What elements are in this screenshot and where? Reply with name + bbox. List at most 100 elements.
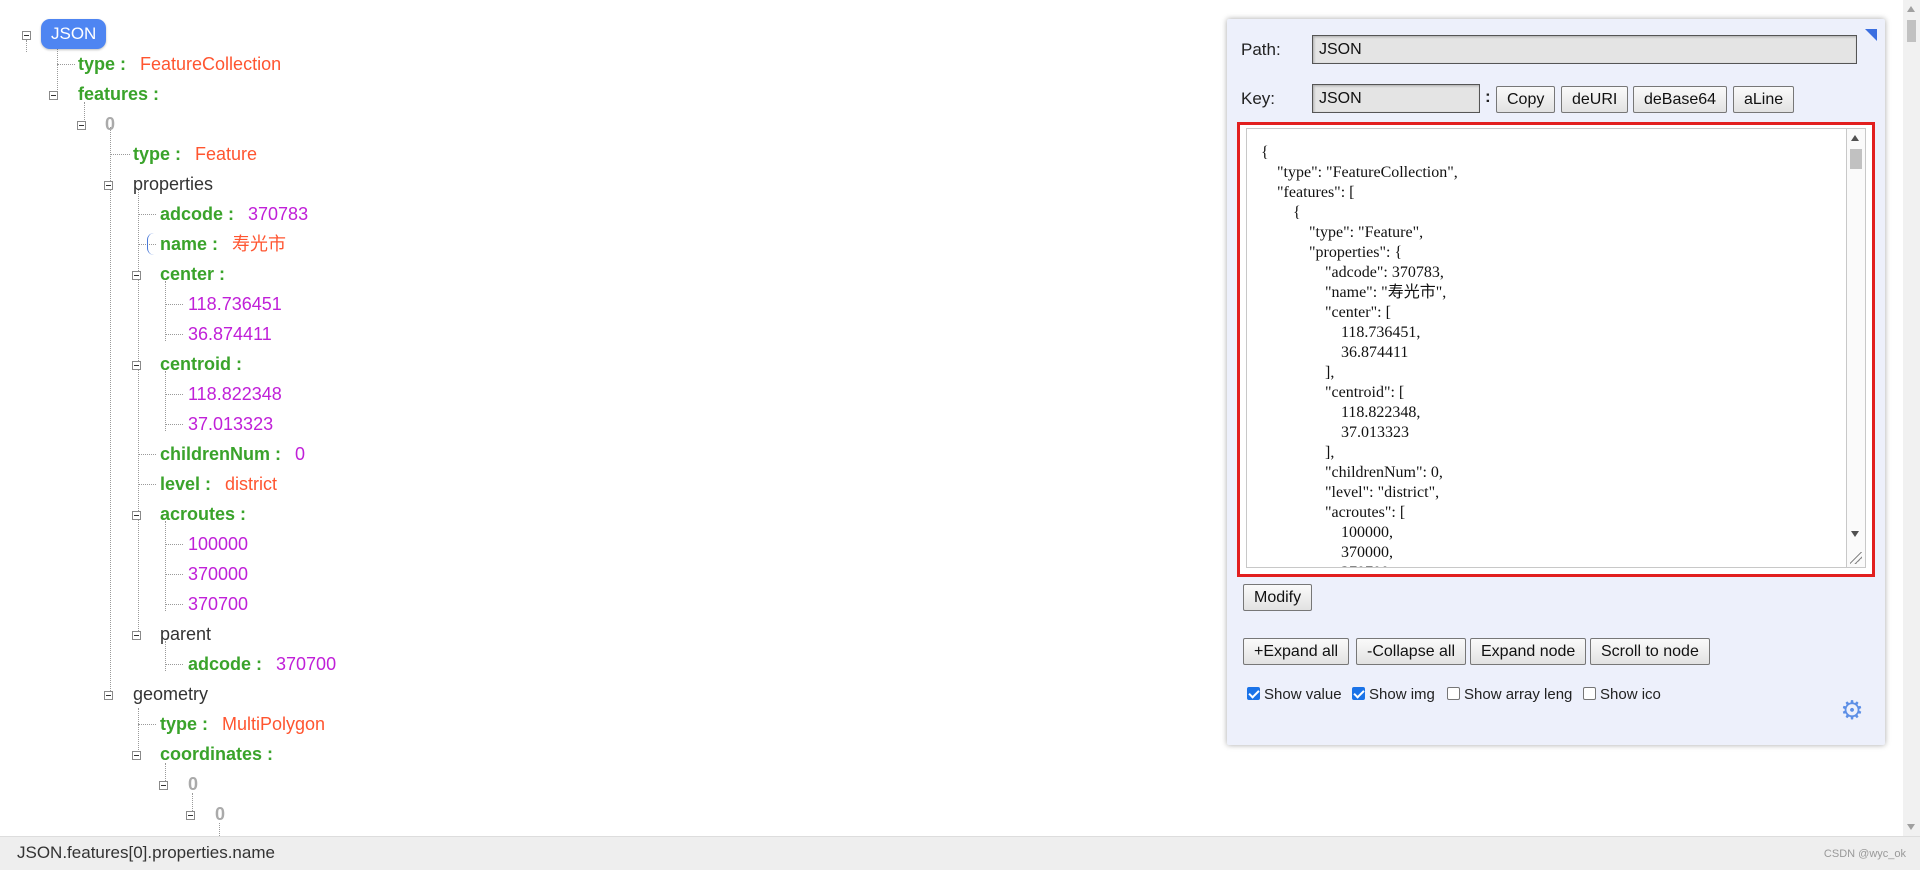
collapse-toggle[interactable] <box>132 751 141 760</box>
collapse-toggle[interactable] <box>104 691 113 700</box>
collapse-toggle[interactable] <box>22 31 31 40</box>
tree-connector <box>165 394 183 395</box>
tree-node[interactable]: level : district <box>160 472 277 496</box>
tree-node-selected[interactable]: name : 寿光市 <box>160 232 286 256</box>
tree-node[interactable]: 100000 <box>188 532 248 556</box>
tree-node[interactable]: coordinates : <box>160 742 273 766</box>
tree-node[interactable]: 118.736451 <box>188 292 282 316</box>
checkbox-label: Show array leng <box>1464 686 1573 703</box>
collapse-toggle[interactable] <box>132 271 141 280</box>
node-key: center : <box>160 264 226 284</box>
aline-button[interactable]: aLine <box>1733 86 1795 113</box>
expand-all-button[interactable]: +Expand all <box>1243 638 1350 665</box>
tree-node[interactable]: adcode : 370783 <box>160 202 308 226</box>
checkbox-unchecked[interactable] <box>1583 687 1596 700</box>
collapse-toggle[interactable] <box>132 361 141 370</box>
node-value: 37.013323 <box>188 414 274 434</box>
collapse-toggle[interactable] <box>159 781 168 790</box>
expand-node-button[interactable]: Expand node <box>1470 638 1587 665</box>
tree-connector <box>165 304 183 305</box>
tree-node[interactable]: 37.013323 <box>188 412 273 436</box>
scroll-thumb[interactable] <box>1907 20 1916 42</box>
show-value-checkbox[interactable]: Show value <box>1247 686 1342 704</box>
tree-node[interactable]: centroid : <box>160 352 242 376</box>
checkbox-label: Show value <box>1264 686 1342 703</box>
tree-node[interactable]: 36.874411 <box>188 322 272 346</box>
path-field[interactable]: JSON <box>1312 35 1857 64</box>
scroll-down-arrow-icon[interactable] <box>1907 824 1915 830</box>
tree-node[interactable]: geometry <box>133 682 208 706</box>
tree-node[interactable]: 0 <box>188 772 198 796</box>
page-scrollbar[interactable] <box>1903 0 1920 836</box>
checkbox-checked[interactable] <box>1352 687 1365 700</box>
tree-node[interactable]: 370700 <box>188 592 248 616</box>
tree-connector <box>165 281 166 341</box>
show-ico-checkbox[interactable]: Show ico <box>1583 686 1661 704</box>
resize-handle-icon[interactable] <box>1850 552 1862 564</box>
tree-node[interactable]: type : Feature <box>133 142 257 166</box>
collapse-toggle[interactable] <box>132 511 141 520</box>
deuri-button[interactable]: deURI <box>1561 86 1629 113</box>
tree-connector <box>138 214 156 215</box>
json-textarea[interactable]: { "type": "FeatureCollection", "features… <box>1246 128 1846 568</box>
tree-node[interactable]: features : <box>78 82 159 106</box>
collapse-all-button[interactable]: -Collapse all <box>1356 638 1467 665</box>
tree-node[interactable]: 0 <box>215 802 225 826</box>
collapse-toggle[interactable] <box>132 631 141 640</box>
tree-node[interactable]: center : <box>160 262 225 286</box>
scroll-to-node-button[interactable]: Scroll to node <box>1590 638 1710 665</box>
tree-node[interactable]: adcode : 370700 <box>188 652 336 676</box>
tree-connector <box>165 424 183 425</box>
tree-node[interactable]: 0 <box>105 112 115 136</box>
debase64-button[interactable]: deBase64 <box>1633 86 1728 113</box>
scroll-up-arrow-icon[interactable] <box>1907 6 1915 12</box>
scroll-down-arrow-icon[interactable] <box>1851 531 1859 537</box>
collapse-toggle[interactable] <box>104 181 113 190</box>
tree-node[interactable]: 370000 <box>188 562 248 586</box>
tree-node[interactable]: childrenNum : 0 <box>160 442 305 466</box>
tree-connector <box>165 334 183 335</box>
panel-corner-icon[interactable] <box>1865 29 1877 41</box>
tree-node[interactable]: acroutes : <box>160 502 246 526</box>
checkbox-checked[interactable] <box>1247 687 1260 700</box>
tree-connector <box>138 189 139 639</box>
checkbox-label: Show img <box>1369 686 1435 703</box>
tree-connector <box>165 544 183 545</box>
collapse-toggle[interactable] <box>77 121 86 130</box>
collapse-toggle[interactable] <box>49 91 58 100</box>
node-value: 118.822348 <box>188 384 282 404</box>
tree-node[interactable]: properties <box>133 172 213 196</box>
node-key: parent <box>160 624 212 644</box>
scroll-up-arrow-icon[interactable] <box>1851 135 1859 141</box>
node-value: 寿光市 <box>232 234 287 254</box>
inspector-panel: Path: JSON Key: JSON : Copy deURI deBase… <box>1227 19 1885 745</box>
key-field[interactable]: JSON <box>1312 84 1480 113</box>
node-value: 36.874411 <box>188 324 272 344</box>
node-key: coordinates : <box>160 744 274 764</box>
node-key: centroid : <box>160 354 243 374</box>
tree-node[interactable]: 118.822348 <box>188 382 282 406</box>
node-value: 0 <box>295 444 306 464</box>
node-value: 100000 <box>188 534 249 554</box>
tree-connector <box>165 521 166 611</box>
tree-connector <box>138 484 156 485</box>
key-label: Key: <box>1241 89 1276 108</box>
show-array-length-checkbox[interactable]: Show array leng <box>1447 686 1572 704</box>
show-img-checkbox[interactable]: Show img <box>1352 686 1435 704</box>
modify-button[interactable]: Modify <box>1243 584 1313 611</box>
node-key: type : <box>78 54 127 74</box>
scroll-thumb[interactable] <box>1850 149 1862 169</box>
tree-node[interactable]: type : MultiPolygon <box>160 712 325 736</box>
watermark: CSDN @wyc_ok <box>1823 848 1906 860</box>
copy-button[interactable]: Copy <box>1496 86 1556 113</box>
node-key: acroutes : <box>160 504 247 524</box>
tree-node[interactable]: type : FeatureCollection <box>78 52 281 76</box>
node-value: Feature <box>195 144 258 164</box>
textarea-scrollbar[interactable] <box>1846 128 1866 568</box>
tree-root-node[interactable]: JSON <box>41 19 107 49</box>
gear-icon[interactable]: ⚙ <box>1839 697 1865 723</box>
tree-node[interactable]: parent <box>160 622 211 646</box>
checkbox-unchecked[interactable] <box>1447 687 1460 700</box>
path-label: Path: <box>1241 40 1281 59</box>
collapse-toggle[interactable] <box>186 811 195 820</box>
